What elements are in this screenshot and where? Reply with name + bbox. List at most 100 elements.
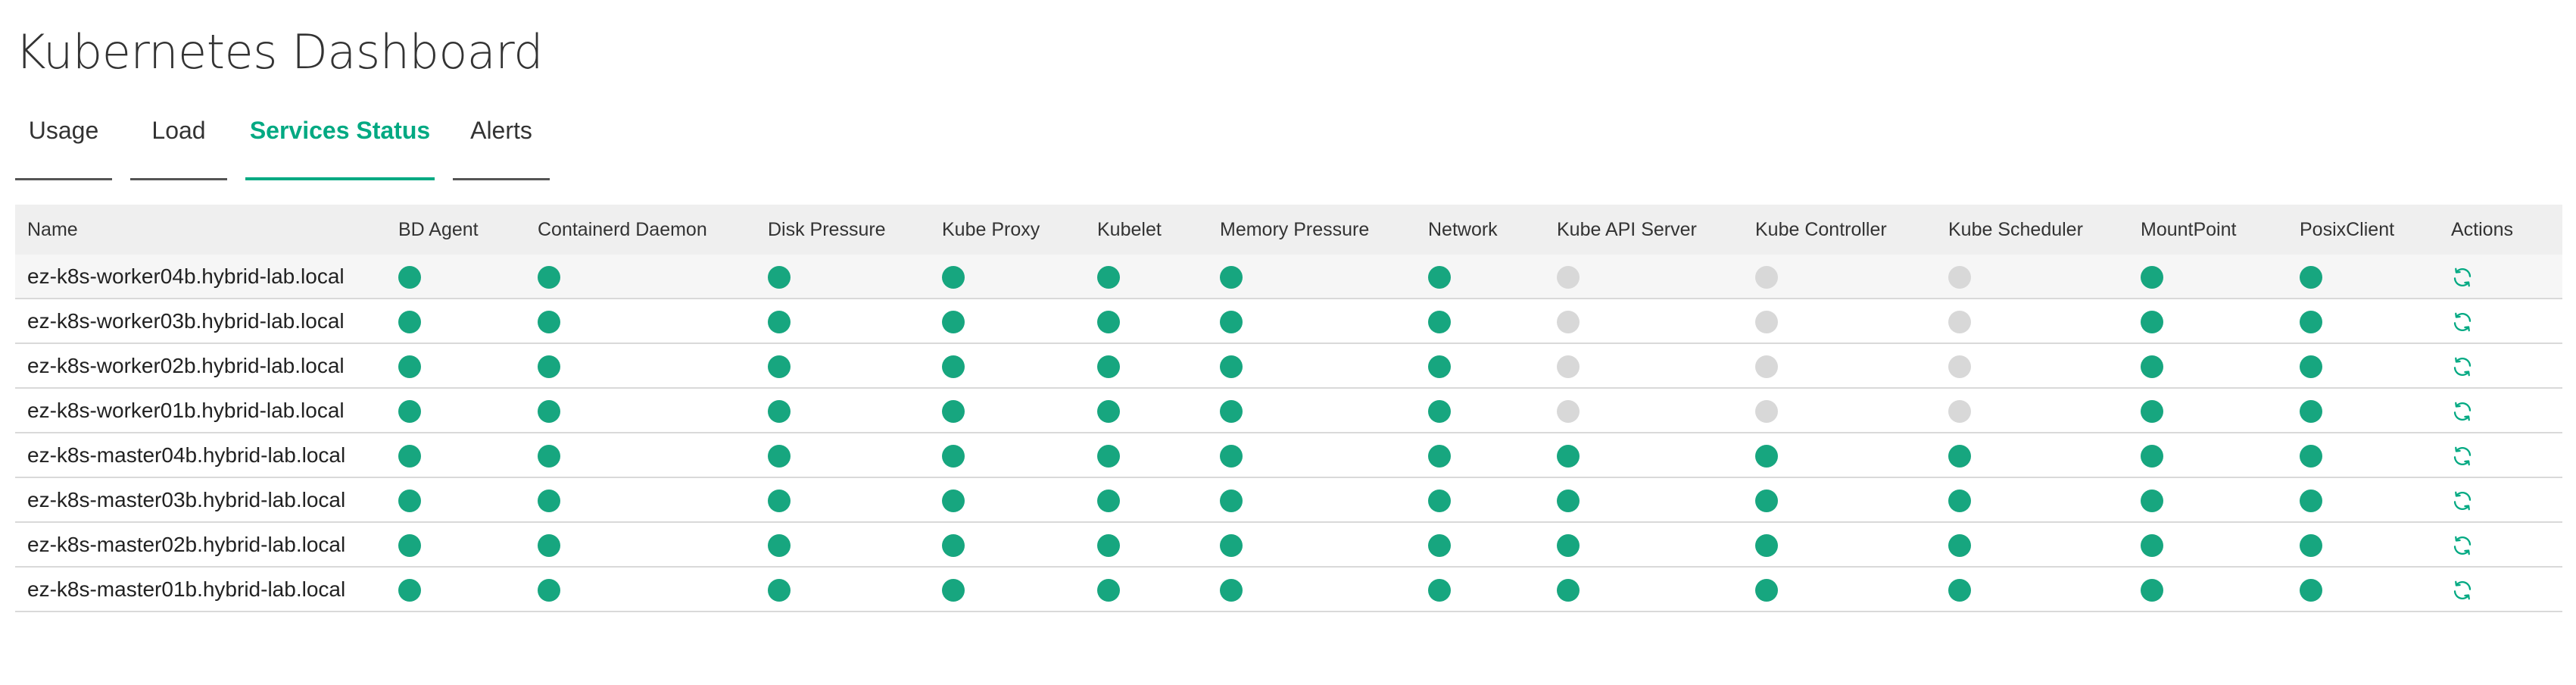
status-cell-kubelet bbox=[1085, 299, 1208, 344]
tab-usage[interactable]: Usage bbox=[15, 111, 112, 180]
status-cell-bd-agent bbox=[386, 299, 525, 344]
status-cell-kube-controller bbox=[1743, 299, 1936, 344]
status-cell-kube-controller bbox=[1743, 388, 1936, 433]
status-ok-indicator bbox=[1220, 310, 1243, 333]
services-status-table: Name BD Agent Containerd Daemon Disk Pre… bbox=[15, 205, 2562, 612]
status-cell-kube-api-server bbox=[1545, 388, 1743, 433]
refresh-icon[interactable] bbox=[2451, 311, 2474, 333]
refresh-icon[interactable] bbox=[2451, 490, 2474, 512]
status-ok-indicator bbox=[2300, 533, 2322, 557]
tab-load[interactable]: Load bbox=[130, 111, 227, 180]
status-cell-network bbox=[1416, 567, 1545, 612]
status-cell-bd-agent bbox=[386, 255, 525, 299]
status-cell-mountpoint bbox=[2128, 299, 2288, 344]
status-ok-indicator bbox=[398, 489, 421, 512]
status-ok-indicator bbox=[1755, 444, 1778, 468]
status-cell-disk-pressure bbox=[756, 388, 930, 433]
column-header-kube-scheduler: Kube Scheduler bbox=[1936, 205, 2128, 255]
status-cell-memory-pressure bbox=[1208, 299, 1416, 344]
status-cell-disk-pressure bbox=[756, 433, 930, 478]
status-ok-indicator bbox=[1220, 533, 1243, 557]
status-ok-indicator bbox=[398, 444, 421, 468]
status-cell-containerd-daemon bbox=[525, 567, 756, 612]
refresh-icon[interactable] bbox=[2451, 266, 2474, 289]
status-unknown-indicator bbox=[1557, 399, 1580, 423]
actions-cell bbox=[2439, 522, 2562, 568]
status-ok-indicator bbox=[1428, 533, 1451, 557]
status-ok-indicator bbox=[1097, 533, 1120, 557]
status-cell-kubelet bbox=[1085, 567, 1208, 612]
tab-alerts[interactable]: Alerts bbox=[453, 111, 550, 180]
status-cell-bd-agent bbox=[386, 522, 525, 568]
status-cell-bd-agent bbox=[386, 343, 525, 389]
status-ok-indicator bbox=[398, 310, 421, 333]
refresh-icon[interactable] bbox=[2451, 355, 2474, 378]
status-ok-indicator bbox=[942, 399, 965, 423]
table-row: ez-k8s-worker01b.hybrid-lab.local bbox=[15, 388, 2562, 433]
refresh-icon[interactable] bbox=[2451, 400, 2474, 423]
node-name-cell: ez-k8s-worker01b.hybrid-lab.local bbox=[15, 388, 386, 433]
status-ok-indicator bbox=[1220, 265, 1243, 289]
status-unknown-indicator bbox=[1948, 310, 1971, 333]
column-header-kubelet: Kubelet bbox=[1085, 205, 1208, 255]
status-cell-kube-scheduler bbox=[1936, 433, 2128, 478]
status-ok-indicator bbox=[2300, 578, 2322, 602]
status-cell-disk-pressure bbox=[756, 477, 930, 523]
status-ok-indicator bbox=[768, 355, 791, 378]
status-ok-indicator bbox=[1948, 444, 1971, 468]
status-ok-indicator bbox=[538, 533, 560, 557]
status-ok-indicator bbox=[1948, 489, 1971, 512]
node-name-cell: ez-k8s-worker03b.hybrid-lab.local bbox=[15, 299, 386, 344]
status-unknown-indicator bbox=[1557, 265, 1580, 289]
node-name-cell: ez-k8s-master01b.hybrid-lab.local bbox=[15, 567, 386, 612]
status-cell-kubelet bbox=[1085, 388, 1208, 433]
column-header-disk-pressure: Disk Pressure bbox=[756, 205, 930, 255]
status-ok-indicator bbox=[2141, 310, 2163, 333]
status-cell-kube-api-server bbox=[1545, 522, 1743, 568]
status-cell-posixclient bbox=[2288, 388, 2439, 433]
status-ok-indicator bbox=[1948, 533, 1971, 557]
status-ok-indicator bbox=[2300, 489, 2322, 512]
refresh-icon[interactable] bbox=[2451, 445, 2474, 468]
status-ok-indicator bbox=[1097, 355, 1120, 378]
status-cell-containerd-daemon bbox=[525, 299, 756, 344]
status-ok-indicator bbox=[398, 533, 421, 557]
column-header-containerd-daemon: Containerd Daemon bbox=[525, 205, 756, 255]
status-ok-indicator bbox=[1557, 533, 1580, 557]
status-cell-kube-scheduler bbox=[1936, 299, 2128, 344]
column-header-actions: Actions bbox=[2439, 205, 2562, 255]
status-cell-kube-api-server bbox=[1545, 477, 1743, 523]
tab-services-status[interactable]: Services Status bbox=[245, 111, 435, 180]
column-header-kube-controller: Kube Controller bbox=[1743, 205, 1936, 255]
refresh-icon[interactable] bbox=[2451, 579, 2474, 602]
status-cell-mountpoint bbox=[2128, 388, 2288, 433]
actions-cell bbox=[2439, 477, 2562, 523]
status-cell-kube-proxy bbox=[930, 433, 1085, 478]
status-cell-kubelet bbox=[1085, 343, 1208, 389]
status-cell-kube-proxy bbox=[930, 477, 1085, 523]
table-row: ez-k8s-worker04b.hybrid-lab.local bbox=[15, 255, 2562, 299]
status-ok-indicator bbox=[1428, 310, 1451, 333]
column-header-mountpoint: MountPoint bbox=[2128, 205, 2288, 255]
status-ok-indicator bbox=[2300, 310, 2322, 333]
status-ok-indicator bbox=[942, 578, 965, 602]
status-ok-indicator bbox=[2300, 444, 2322, 468]
table-row: ez-k8s-worker02b.hybrid-lab.local bbox=[15, 343, 2562, 389]
status-ok-indicator bbox=[1220, 578, 1243, 602]
status-cell-memory-pressure bbox=[1208, 477, 1416, 523]
status-ok-indicator bbox=[768, 578, 791, 602]
status-unknown-indicator bbox=[1557, 355, 1580, 378]
status-cell-kube-controller bbox=[1743, 433, 1936, 478]
status-unknown-indicator bbox=[1948, 399, 1971, 423]
status-ok-indicator bbox=[942, 533, 965, 557]
status-cell-kube-scheduler bbox=[1936, 567, 2128, 612]
status-cell-kube-api-server bbox=[1545, 299, 1743, 344]
status-ok-indicator bbox=[768, 310, 791, 333]
table-row: ez-k8s-master03b.hybrid-lab.local bbox=[15, 477, 2562, 523]
column-header-memory-pressure: Memory Pressure bbox=[1208, 205, 1416, 255]
refresh-icon[interactable] bbox=[2451, 534, 2474, 557]
status-cell-kube-scheduler bbox=[1936, 255, 2128, 299]
status-cell-posixclient bbox=[2288, 477, 2439, 523]
status-cell-kubelet bbox=[1085, 522, 1208, 568]
status-cell-network bbox=[1416, 522, 1545, 568]
